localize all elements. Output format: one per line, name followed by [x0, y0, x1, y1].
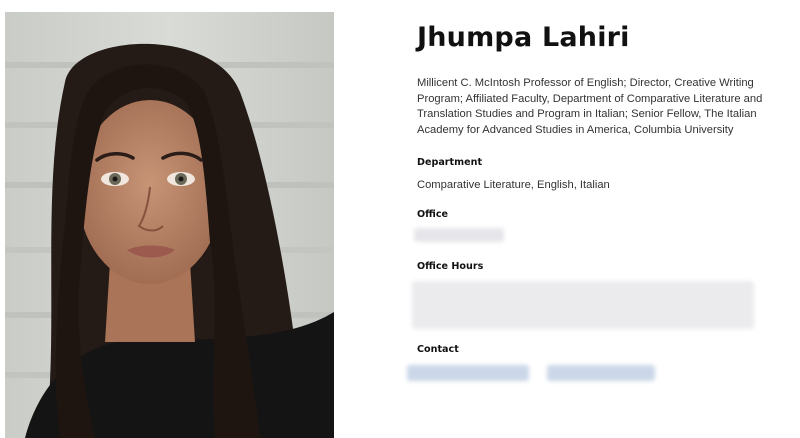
contact-label: Contact [417, 344, 459, 355]
profile-title: Millicent C. McIntosh Professor of Engli… [417, 77, 763, 136]
office-hours-label: Office Hours [417, 261, 484, 272]
profile-name: Jhumpa Lahiri [417, 22, 630, 53]
office-label: Office [417, 209, 449, 220]
office-value-redacted [414, 228, 504, 242]
contact-email-redacted[interactable] [407, 365, 529, 381]
department-value: Comparative Literature, English, Italian [417, 179, 610, 191]
contact-phone-redacted[interactable] [547, 365, 655, 381]
profile-photo [5, 12, 334, 438]
department-label: Department [417, 157, 483, 168]
office-hours-value-redacted [412, 281, 754, 329]
